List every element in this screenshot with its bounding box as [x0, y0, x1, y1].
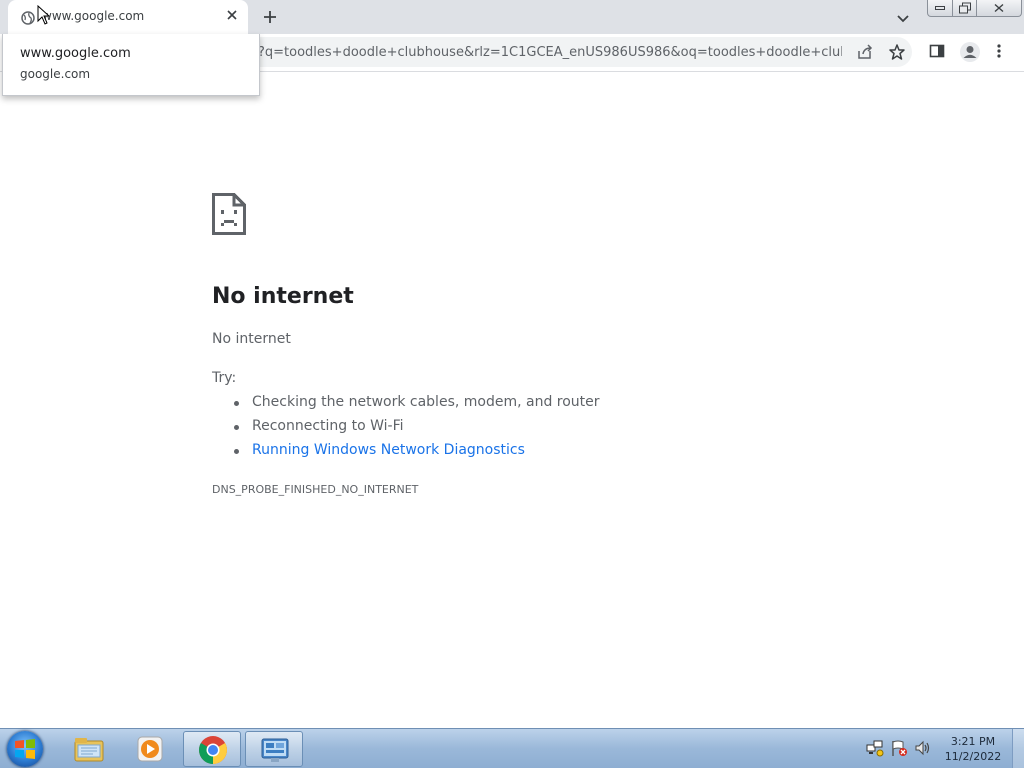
- share-icon[interactable]: [856, 43, 874, 61]
- media-player-icon[interactable]: [121, 731, 179, 767]
- globe-icon: [21, 10, 35, 25]
- hover-card-domain: google.com: [20, 67, 91, 81]
- close-icon[interactable]: [976, 0, 1022, 17]
- suggestion-list: Checking the network cables, modem, and …: [212, 394, 600, 466]
- clock-time: 3:21 PM: [950, 735, 996, 748]
- error-subtitle: No internet: [212, 331, 291, 347]
- hover-card-title: www.google.com: [20, 46, 131, 61]
- network-diagnostics-link[interactable]: Running Windows Network Diagnostics: [212, 442, 600, 466]
- error-heading: No internet: [212, 284, 354, 309]
- minimize-icon[interactable]: [927, 0, 953, 17]
- tab-title: www.google.com: [42, 9, 145, 23]
- maximize-icon[interactable]: [952, 0, 977, 17]
- url-text[interactable]: ?q=toodles+doodle+clubhouse&rlz=1C1GCEA_…: [258, 45, 842, 60]
- plus-icon[interactable]: [260, 7, 280, 27]
- start-button[interactable]: [7, 731, 43, 767]
- chevron-down-icon[interactable]: [896, 9, 914, 25]
- show-desktop-button[interactable]: [1012, 729, 1024, 768]
- close-icon[interactable]: [224, 8, 240, 24]
- menu-icon[interactable]: [996, 43, 1014, 61]
- clock-date: 11/2/2022: [944, 750, 1002, 763]
- profile-icon[interactable]: [959, 41, 981, 63]
- taskbar: 3:21 PM 11/2/2022: [0, 728, 1024, 768]
- control-panel-icon[interactable]: [245, 731, 303, 767]
- tab-hover-card: www.google.com google.com: [2, 34, 260, 96]
- bookmark-star-icon[interactable]: [888, 43, 906, 61]
- error-code: DNS_PROBE_FINISHED_NO_INTERNET: [212, 483, 419, 496]
- try-label: Try:: [212, 370, 237, 386]
- chrome-icon[interactable]: [183, 731, 241, 767]
- volume-icon[interactable]: [914, 739, 932, 761]
- network-icon[interactable]: [866, 739, 884, 761]
- suggestion-item: Checking the network cables, modem, and …: [212, 394, 600, 418]
- tab-strip: www.google.com: [0, 0, 1024, 34]
- action-center-flag-icon[interactable]: [890, 739, 908, 761]
- windows-logo-icon: [15, 739, 35, 759]
- suggestion-item: Reconnecting to Wi-Fi: [212, 418, 600, 442]
- taskbar-clock[interactable]: 3:21 PM 11/2/2022: [940, 734, 1006, 764]
- side-panel-icon[interactable]: [929, 43, 947, 61]
- sad-page-icon: [212, 193, 246, 235]
- file-explorer-icon[interactable]: [60, 731, 118, 767]
- mouse-cursor-icon: [37, 4, 51, 29]
